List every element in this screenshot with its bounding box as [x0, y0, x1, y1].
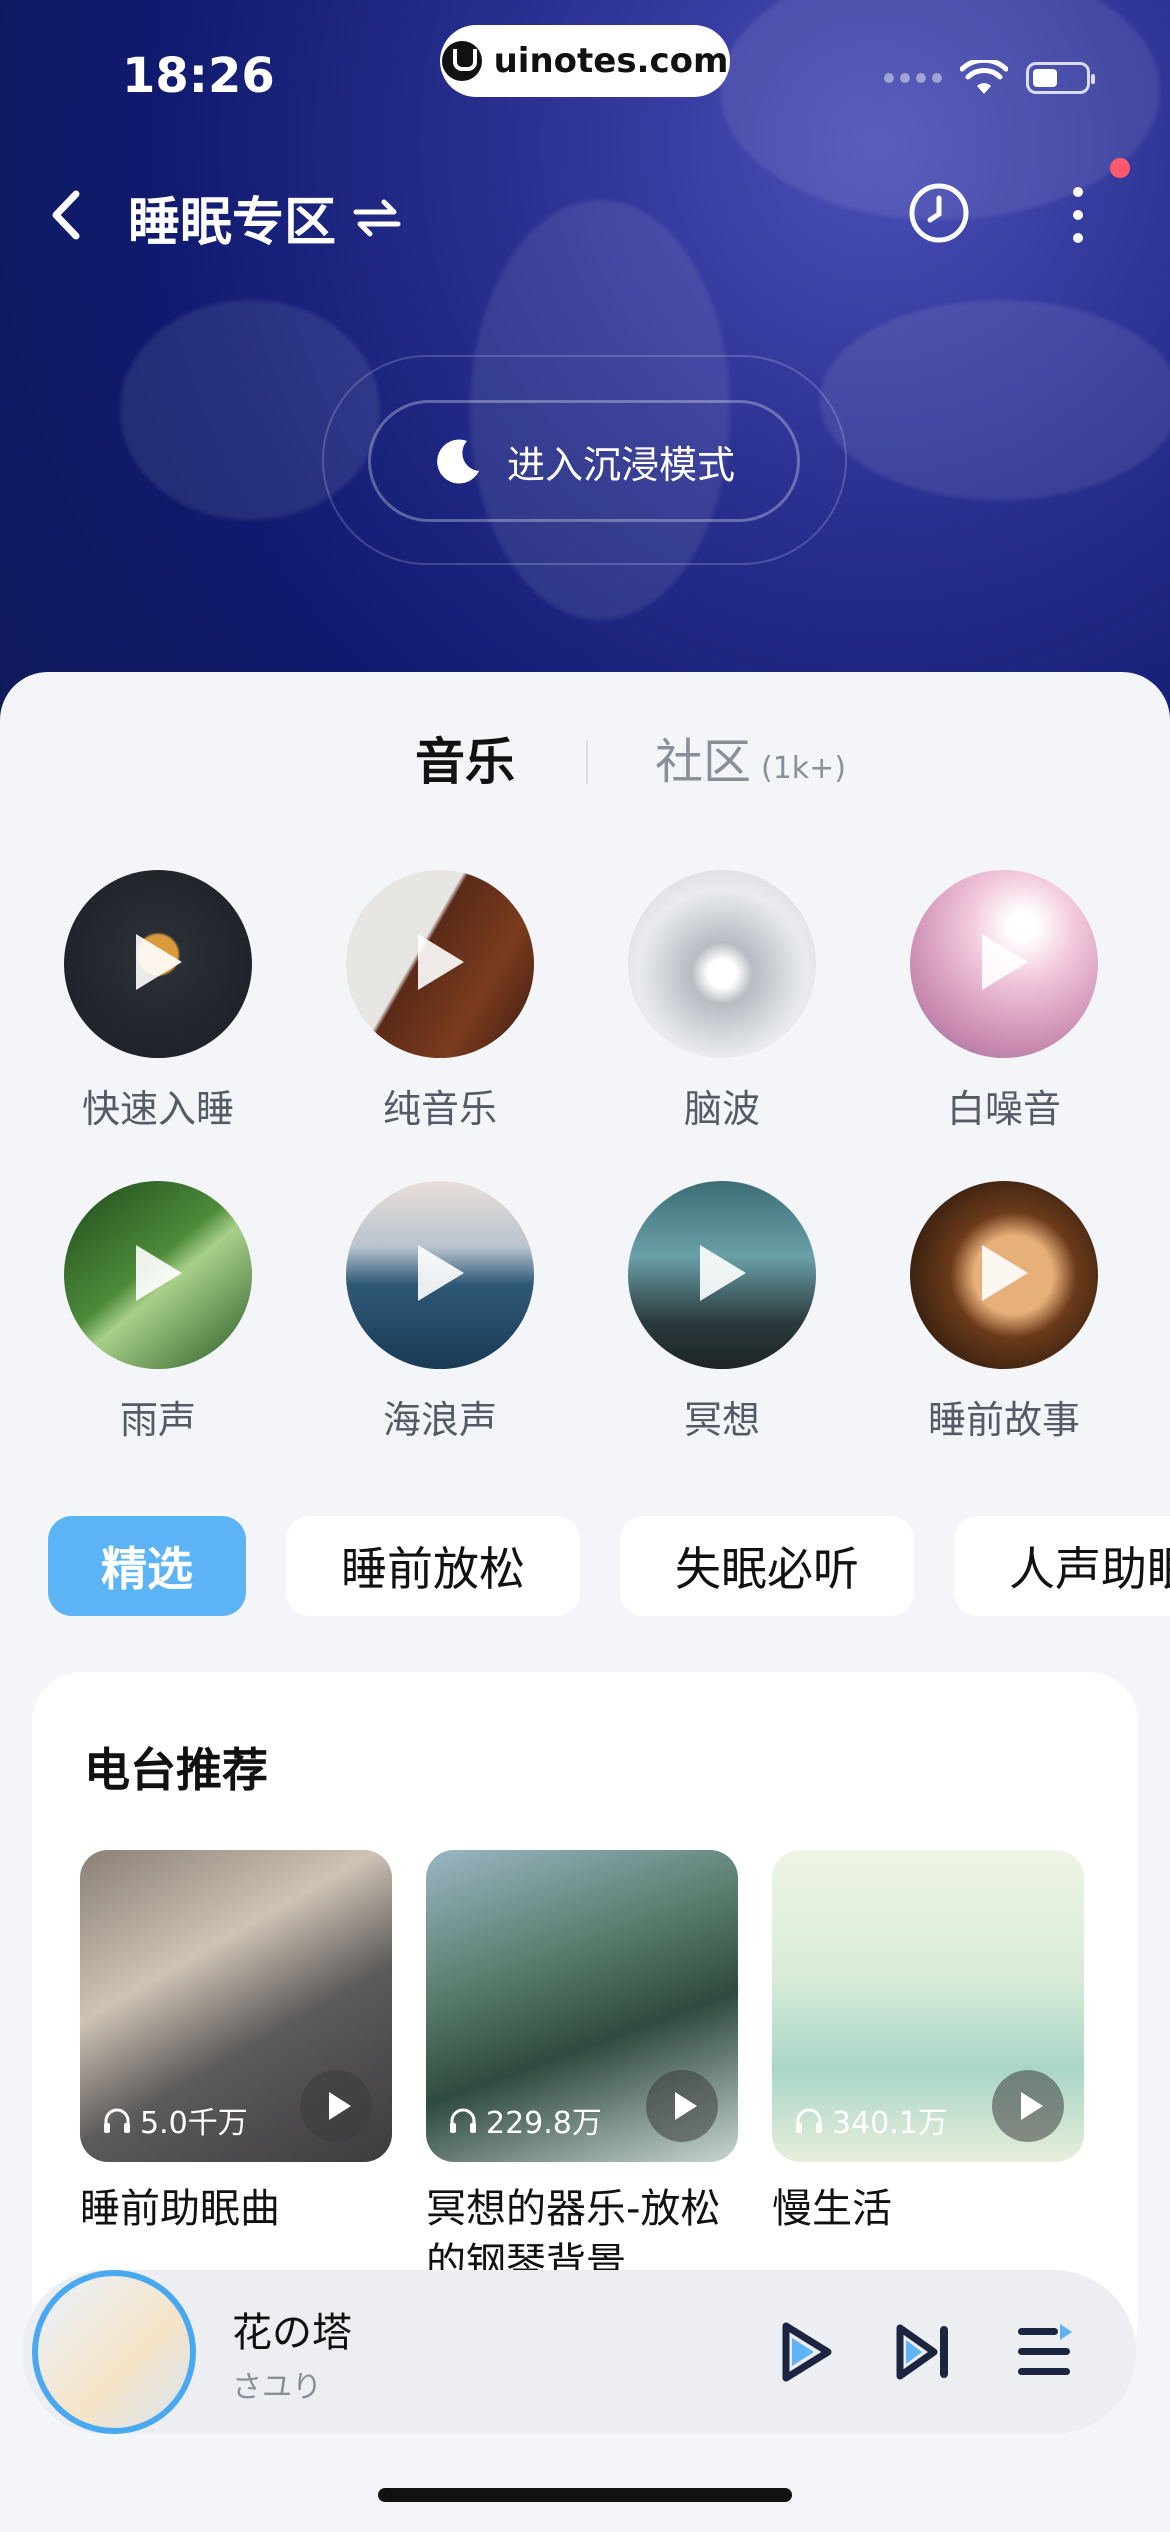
tab-community[interactable]: 社区 (1k+): [655, 722, 846, 792]
play-icon: [418, 934, 464, 990]
chip-voice[interactable]: 人声助眠: [954, 1516, 1170, 1616]
category-label: 睡前故事: [927, 1398, 1080, 1442]
mini-player[interactable]: 花の塔 さユり: [22, 2270, 1136, 2434]
category-label: 冥想: [683, 1398, 760, 1442]
category-waves[interactable]: 海浪声: [340, 1181, 540, 1444]
status-time: 18:26: [122, 48, 275, 104]
category-label: 脑波: [683, 1087, 760, 1131]
signal-icon: [884, 73, 942, 83]
immersive-mode-label: 进入沉浸模式: [506, 442, 735, 487]
category-image: [628, 870, 816, 1058]
play-count: 229.8万: [448, 2098, 602, 2142]
album-item[interactable]: 340.1万 慢生活: [772, 1850, 1084, 2236]
category-rain[interactable]: 雨声: [58, 1181, 258, 1444]
tab-music[interactable]: 音乐: [415, 722, 515, 794]
play-button[interactable]: [646, 2070, 718, 2142]
play-button[interactable]: [300, 2070, 372, 2142]
jellyfish-decoration: [820, 300, 1170, 500]
category-label: 快速入睡: [81, 1087, 234, 1131]
tab-divider: [586, 740, 588, 784]
chip-featured[interactable]: 精选: [48, 1516, 246, 1616]
headphones-icon: [104, 2108, 130, 2133]
category-image: [628, 1181, 816, 1369]
chip-relax[interactable]: 睡前放松: [286, 1516, 580, 1616]
category-pure-music[interactable]: 纯音乐: [340, 870, 540, 1133]
battery-icon: [1026, 62, 1095, 94]
headphones-icon: [450, 2108, 476, 2133]
category-image: [910, 870, 1098, 1058]
brand-text: uinotes.com: [493, 41, 729, 81]
community-count: (1k+): [761, 751, 847, 786]
timer-icon[interactable]: [906, 180, 972, 246]
category-label: 海浪声: [382, 1398, 497, 1442]
brand-pill: uinotes.com: [440, 25, 730, 97]
category-image: [346, 870, 534, 1058]
category-meditation[interactable]: 冥想: [622, 1181, 822, 1444]
tab-community-label: 社区: [655, 734, 752, 790]
album-item[interactable]: 5.0千万 睡前助眠曲: [80, 1850, 392, 2236]
top-bar: 睡眠专区: [0, 170, 1170, 260]
page-title-text: 睡眠专区: [128, 193, 337, 253]
play-count-value: 5.0千万: [140, 2106, 248, 2141]
album-name: 睡前助眠曲: [80, 2186, 280, 2232]
play-icon: [418, 1245, 464, 1301]
playlist-icon[interactable]: [1010, 2318, 1078, 2386]
album-cover: 340.1万: [772, 1850, 1084, 2162]
switch-icon: [353, 199, 401, 236]
play-count: 5.0千万: [102, 2098, 248, 2142]
category-label: 雨声: [119, 1398, 196, 1442]
notification-dot: [1110, 158, 1130, 178]
play-icon: [136, 1245, 182, 1301]
song-title: 花の塔: [232, 2310, 352, 2356]
category-brainwave[interactable]: 脑波: [622, 870, 822, 1133]
play-icon: [136, 934, 182, 990]
play-count-value: 229.8万: [486, 2106, 602, 2141]
play-count-value: 340.1万: [832, 2106, 948, 2141]
page-title[interactable]: 睡眠专区: [128, 180, 402, 255]
moon-icon: [437, 439, 479, 484]
album-item[interactable]: 229.8万 冥想的器乐-放松的钢琴背景: [426, 1850, 738, 2290]
album-cover: 5.0千万: [80, 1850, 392, 2162]
play-button[interactable]: [992, 2070, 1064, 2142]
status-icons: [884, 60, 1095, 96]
category-label: 纯音乐: [382, 1087, 497, 1131]
album-name: 慢生活: [772, 2186, 892, 2232]
headphones-icon: [796, 2108, 822, 2133]
play-icon: [982, 1245, 1028, 1301]
category-image: [64, 1181, 252, 1369]
wifi-icon: [960, 60, 1008, 94]
play-icon: [982, 934, 1028, 990]
category-image: [346, 1181, 534, 1369]
more-icon[interactable]: [1058, 180, 1098, 250]
brand-logo-icon: [441, 41, 482, 81]
play-icon[interactable]: [770, 2318, 838, 2386]
album-cover: 229.8万: [426, 1850, 738, 2162]
immersive-mode-button[interactable]: 进入沉浸模式: [368, 400, 800, 522]
back-icon[interactable]: [40, 180, 100, 250]
category-bedtime-story[interactable]: 睡前故事: [904, 1181, 1104, 1444]
category-label: 白噪音: [946, 1087, 1061, 1131]
now-playing-artwork[interactable]: [32, 2270, 196, 2434]
category-image: [64, 870, 252, 1058]
filter-chips: 精选 睡前放松 失眠必听 人声助眠: [48, 1516, 1170, 1616]
play-count: 340.1万: [794, 2098, 948, 2142]
next-icon[interactable]: [890, 2318, 958, 2386]
chip-insomnia[interactable]: 失眠必听: [620, 1516, 914, 1616]
home-indicator: [378, 2488, 792, 2502]
song-artist: さユり: [232, 2370, 322, 2405]
radio-recommend-card: 电台推荐 5.0千万 睡前助眠曲 229.8万 冥想的器乐-放松的钢琴背景 34…: [32, 1672, 1138, 2372]
section-title: 电台推荐: [84, 1743, 268, 1797]
play-icon: [700, 1245, 746, 1301]
category-image: [910, 1181, 1098, 1369]
segment-tabs: 音乐 社区 (1k+): [0, 722, 1170, 802]
category-fast-sleep[interactable]: 快速入睡: [58, 870, 258, 1133]
category-white-noise[interactable]: 白噪音: [904, 870, 1104, 1133]
